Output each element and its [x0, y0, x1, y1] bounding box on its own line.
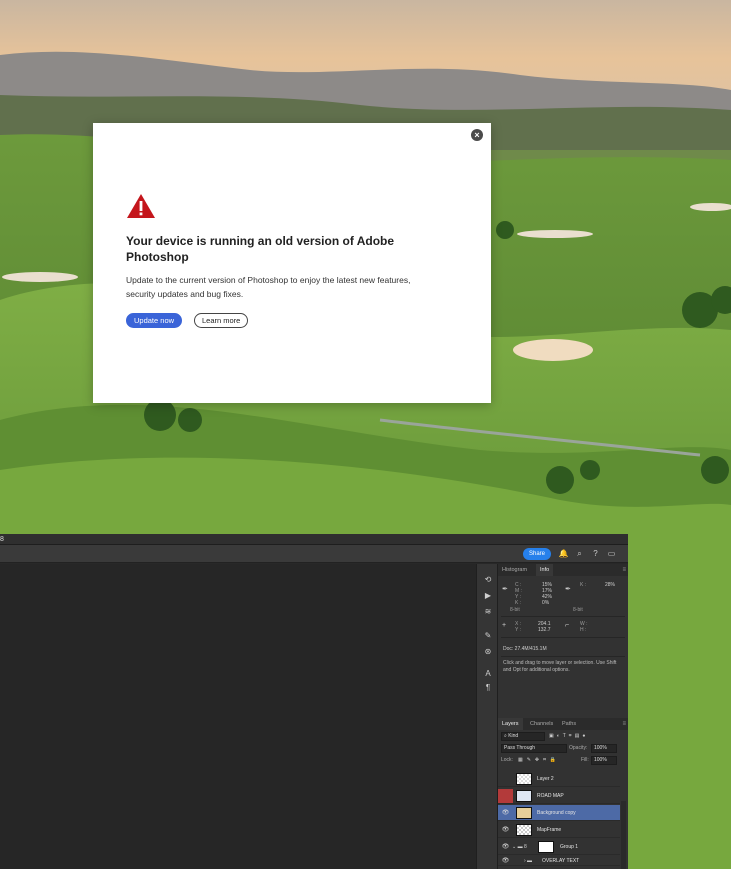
layer-mask-thumbnail [538, 841, 554, 853]
black-value: 0% [542, 600, 550, 606]
warning-triangle-icon [127, 194, 155, 218]
layer-color-tag [498, 789, 513, 803]
search-icon[interactable]: ⌕ [574, 548, 585, 560]
layers-panel: ⌕ Kind ▣◐T⌗▤● Pass Through Opacity: 100%… [498, 731, 628, 869]
menubar-text: 8 [0, 536, 4, 543]
document-size: Doc: 27.4M/415.1M [503, 646, 547, 652]
adjustments-icon[interactable]: ≋ [481, 606, 495, 618]
eye-icon[interactable]: 👁 [501, 856, 510, 869]
clone-source-icon[interactable]: ⊛ [481, 646, 495, 658]
paragraph-icon[interactable]: ¶ [481, 682, 495, 694]
eyedropper-icon: ✒ [502, 586, 508, 593]
black-value-2: 28% [605, 582, 616, 588]
layer-filter-kind[interactable]: ⌕ Kind [501, 732, 545, 741]
document-canvas[interactable] [0, 564, 476, 869]
bell-icon[interactable]: 🔔 [558, 548, 569, 560]
layer-name: ROAD MAP [537, 793, 564, 799]
selection-size-icon: ⌐ [565, 622, 570, 629]
layer-thumbnail [516, 773, 532, 785]
layer-row[interactable]: 👁 MapFrame [498, 822, 620, 838]
layer-row[interactable]: 👁 › ▬ OVERLAY TEXT [498, 856, 620, 866]
blend-mode-select[interactable]: Pass Through [501, 744, 567, 753]
opacity-label: Opacity: [569, 745, 588, 751]
layer-filter-icons[interactable]: ▣◐T⌗▤● [549, 732, 588, 741]
layer-row[interactable]: 👁 ⌄ ▬ 8 Group 1 [498, 839, 620, 855]
options-bar: Share 🔔 ⌕ ? ▭ [0, 545, 628, 563]
black-label-2: K : [580, 582, 587, 588]
layer-name: MapFrame [537, 827, 562, 833]
layer-name: OVERLAY TEXT [542, 858, 580, 864]
layer-name: Layer 2 [537, 776, 554, 782]
info-panel-tabs: Histogram Info ≡ [498, 564, 628, 576]
layer-row[interactable]: 👁 Background copy [498, 805, 620, 821]
bit-depth-2: 8-bit [573, 607, 583, 613]
divider [501, 637, 625, 638]
divider [501, 616, 625, 617]
black-label: K : [515, 600, 522, 606]
opacity-value: 100% [594, 745, 607, 751]
photoshop-window: 8 Share 🔔 ⌕ ? ▭ ⟲ ▶ ≋ ✎ ⊛ A ¶ Histogram … [0, 534, 628, 869]
share-button[interactable]: Share [523, 548, 551, 560]
layer-thumbnail [516, 807, 532, 819]
dialog-message: Update to the current version of Photosh… [126, 275, 411, 299]
y-value: 132.7 [538, 627, 551, 633]
tab-info[interactable]: Info [536, 564, 554, 576]
learn-more-button[interactable]: Learn more [194, 313, 249, 328]
height-label: H : [580, 627, 587, 633]
update-dialog: × Your device is running an old version … [93, 123, 491, 403]
kind-label: Kind [508, 733, 519, 739]
lock-icons[interactable]: ▦✎✥⌗🔒 [518, 756, 560, 765]
crosshair-icon: + [502, 622, 507, 629]
eyedropper-icon-2: ✒ [565, 586, 571, 593]
folder-icon: ⌄ ▬ 8 [512, 844, 527, 850]
dialog-title: Your device is running an old version of… [126, 234, 395, 264]
lock-label: Lock: [501, 757, 513, 763]
opacity-input[interactable]: 100% [591, 744, 617, 753]
play-icon[interactable]: ▶ [481, 590, 495, 602]
layer-name: Group 1 [560, 844, 579, 850]
folder-icon: › ▬ [524, 858, 533, 864]
character-icon[interactable]: A [481, 668, 495, 680]
tab-paths[interactable]: Paths [558, 718, 580, 730]
menu-bar: 8 [0, 534, 628, 545]
history-icon[interactable]: ⟲ [481, 574, 495, 586]
fill-input[interactable]: 100% [591, 756, 617, 765]
layer-name: Background copy [537, 810, 576, 816]
eye-icon[interactable]: 👁 [501, 822, 510, 838]
info-panel: ✒ C : 15% M : 17% Y : 42% K : 0% 8-bit ✒… [498, 577, 628, 707]
tab-layers[interactable]: Layers [498, 718, 523, 730]
layers-panel-menu-icon[interactable]: ≡ [622, 718, 626, 730]
layers-scrollbar[interactable] [621, 801, 626, 869]
panel-icon-strip: ⟲ ▶ ≋ ✎ ⊛ A ¶ [476, 564, 498, 869]
eye-icon[interactable]: 👁 [501, 805, 510, 821]
tab-histogram[interactable]: Histogram [498, 564, 531, 576]
eye-icon[interactable]: 👁 [501, 839, 510, 855]
brush-icon[interactable]: ✎ [481, 630, 495, 642]
tab-channels[interactable]: Channels [526, 718, 557, 730]
blend-mode-value: Pass Through [504, 745, 536, 751]
layer-row[interactable]: ROAD MAP [498, 788, 620, 804]
workspace-icon[interactable]: ▭ [606, 548, 617, 560]
update-now-button[interactable]: Update now [126, 313, 183, 328]
search-icon: ⌕ [504, 733, 507, 739]
help-icon[interactable]: ? [590, 548, 601, 560]
info-hint-text: Click and drag to move layer or selectio… [503, 660, 617, 673]
layer-thumbnail [516, 790, 532, 802]
layer-row[interactable]: Layer 2 [498, 771, 620, 787]
layers-panel-tabs: Layers Channels Paths ≡ [498, 718, 628, 730]
panel-menu-icon[interactable]: ≡ [622, 564, 626, 576]
right-panels: Histogram Info ≡ ✒ C : 15% M : 17% Y : 4… [498, 564, 628, 869]
layer-thumbnail [516, 824, 532, 836]
close-icon[interactable]: × [471, 129, 483, 141]
fill-value: 100% [594, 757, 607, 763]
bit-depth: 8-bit [510, 607, 520, 613]
y-label: Y : [515, 627, 522, 633]
divider [501, 656, 625, 657]
fill-label: Fill: [581, 757, 589, 763]
